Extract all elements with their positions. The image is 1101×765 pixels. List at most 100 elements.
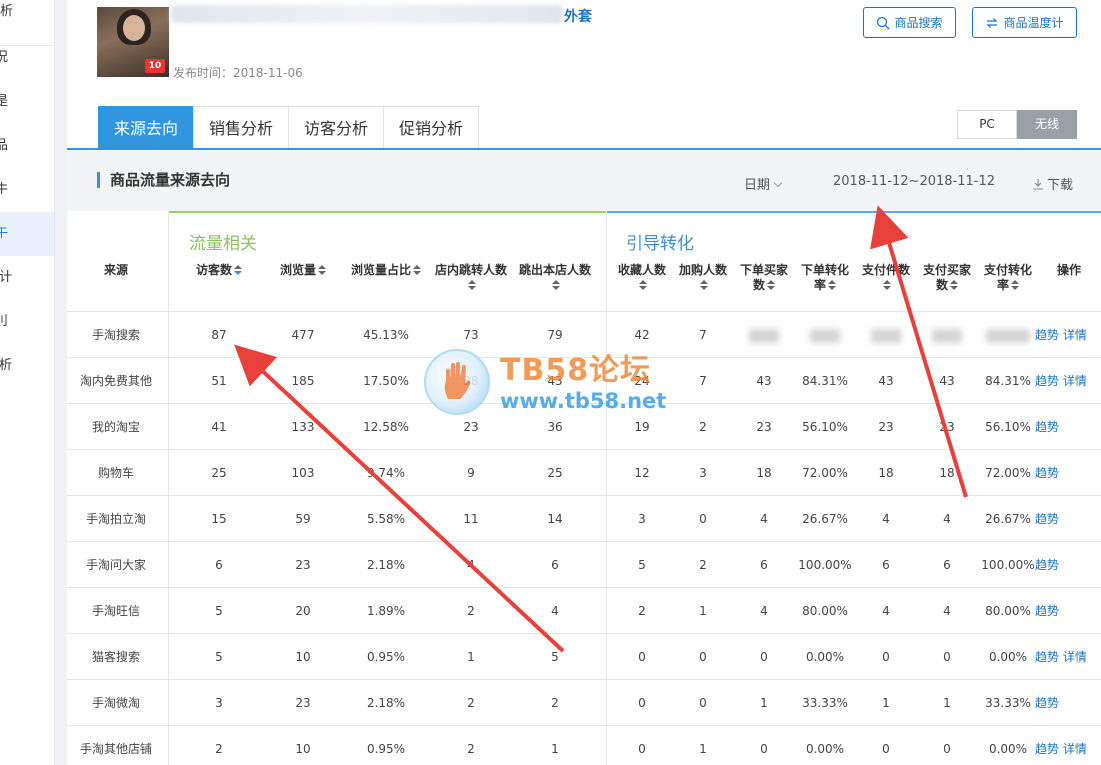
column-header-jump-in[interactable]: 店内跳转人数	[431, 263, 511, 293]
trend-link[interactable]: 趋势	[1035, 374, 1059, 388]
cell-pv: 20	[295, 604, 311, 618]
sidebar-item[interactable]: 析	[0, 0, 54, 34]
date-range[interactable]: 2018-11-12~2018-11-12	[833, 174, 995, 189]
detail-link[interactable]: 详情	[1063, 374, 1087, 388]
cell-pay-buyers: 18	[939, 466, 955, 480]
product-thermometer-button[interactable]: 商品温度计	[972, 7, 1077, 38]
tab-source[interactable]: 来源去向	[98, 106, 195, 149]
cell-pay-buyers: 4	[943, 512, 951, 526]
column-header-label: 下单转化	[800, 263, 849, 277]
cell-jump-out: 43	[547, 374, 563, 388]
download-button[interactable]: 下载	[1032, 174, 1073, 193]
column-header-label: 浏览量占比	[350, 263, 411, 277]
sidebar-item-label: 析	[0, 4, 14, 19]
column-header-label: 支付转化	[983, 263, 1032, 277]
sort-icon[interactable]	[883, 280, 891, 291]
sidebar-item[interactable]: 分析	[0, 344, 54, 388]
sort-icon[interactable]	[413, 265, 421, 276]
product-search-button[interactable]: 商品搜索	[863, 7, 956, 38]
cell-jump-in: 4	[467, 558, 475, 572]
sidebar-item-label: 况	[0, 36, 8, 80]
sort-icon[interactable]	[318, 265, 326, 276]
table-row: 手淘其他店铺 2 10 0.95% 2 1 0 1 0 0.00% 0 0 0.00% 趋势 详情	[67, 726, 1101, 765]
sort-icon[interactable]	[700, 280, 708, 291]
cell-pay-rate: 80.00%	[985, 604, 1031, 618]
tab-sales[interactable]: 销售分析	[193, 106, 290, 149]
sidebar-item[interactable]: 品	[0, 124, 54, 168]
trend-link[interactable]: 趋势	[1035, 466, 1059, 480]
cell-source: 手淘旺信	[91, 604, 140, 618]
date-dropdown[interactable]: 日期	[744, 174, 783, 193]
device-wireless-button[interactable]: 无线	[1017, 110, 1077, 139]
column-header-pay-items[interactable]: 支付件数	[858, 263, 914, 293]
sort-icon[interactable]	[828, 280, 836, 291]
column-header-label: 加购人数	[678, 263, 727, 277]
cell-visitors: 6	[215, 558, 223, 572]
cell-pay-items: 1	[882, 696, 890, 710]
sort-icon[interactable]	[1011, 280, 1019, 291]
sort-icon[interactable]	[950, 280, 958, 291]
column-header-order-buyers[interactable]: 下单买家数	[734, 263, 794, 293]
sidebar-item[interactable]: 牛	[0, 168, 54, 212]
cell-cart: 1	[699, 742, 707, 756]
column-header-order-rate[interactable]: 下单转化率	[795, 263, 855, 293]
cell-pay-items: 0	[882, 650, 890, 664]
sort-icon[interactable]	[767, 280, 775, 291]
column-header-label: 下单买家	[739, 263, 788, 277]
group-flow-title: 流量相关	[189, 234, 257, 254]
column-header-fav[interactable]: 收藏人数	[612, 263, 672, 293]
column-header-pay-buyers[interactable]: 支付买家数	[917, 263, 977, 293]
cell-order-buyers: 0	[760, 742, 768, 756]
tab-visitors[interactable]: 访客分析	[288, 106, 385, 149]
column-header-label: 收藏人数	[617, 263, 666, 277]
tab-promotion[interactable]: 促销分析	[383, 106, 480, 149]
cell-jump-in: 38	[463, 374, 479, 388]
table-row: 手淘问大家 6 23 2.18% 4 6 5 2 6 100.00% 6 6 100.00% 趋势	[67, 542, 1101, 588]
cell-pv: 59	[295, 512, 311, 526]
column-header-cart[interactable]: 加购人数	[675, 263, 731, 293]
column-header-jump-out[interactable]: 跳出本店人数	[513, 263, 597, 293]
cell-pay-items: 23	[878, 420, 894, 434]
cell-pay-buyers: 1	[943, 696, 951, 710]
tab-underline	[67, 148, 1101, 150]
trend-link[interactable]: 趋势	[1035, 604, 1059, 618]
trend-link[interactable]: 趋势	[1035, 328, 1059, 342]
cell-pay-items	[858, 312, 914, 358]
sidebar-item[interactable]: 况	[0, 36, 54, 80]
device-pc-button[interactable]: PC	[957, 110, 1017, 139]
detail-link[interactable]: 详情	[1063, 328, 1087, 342]
trend-link[interactable]: 趋势	[1035, 558, 1059, 572]
group-guide-title: 引导转化	[626, 234, 694, 254]
column-header-pv[interactable]: 浏览量	[268, 263, 338, 278]
cell-pv-ratio: 0.95%	[366, 742, 406, 756]
sort-icon[interactable]	[639, 280, 647, 291]
trend-link[interactable]: 趋势	[1035, 696, 1059, 710]
product-image[interactable]: 10	[97, 7, 169, 77]
trend-link[interactable]: 趋势	[1035, 512, 1059, 526]
column-header-pv-ratio[interactable]: 浏览量占比	[344, 263, 428, 278]
sort-icon[interactable]	[468, 280, 476, 291]
sidebar-item[interactable]: 统计	[0, 256, 54, 300]
sidebar-item[interactable]: 刂	[0, 300, 54, 344]
cell-pv-ratio: 45.13%	[363, 328, 409, 342]
column-header-source: 来源	[67, 263, 165, 278]
sidebar-item[interactable]: 是	[0, 80, 54, 124]
trend-link[interactable]: 趋势	[1035, 420, 1059, 434]
product-title-suffix[interactable]: 外套	[564, 6, 592, 26]
column-header-visitors[interactable]: 访客数	[184, 263, 254, 278]
detail-link[interactable]: 详情	[1063, 742, 1087, 756]
cell-pv: 103	[291, 466, 315, 480]
cell-visitors: 41	[211, 420, 227, 434]
cell-actions: 趋势 详情	[1035, 634, 1101, 680]
sort-icon[interactable]	[234, 265, 242, 276]
detail-link[interactable]: 详情	[1063, 650, 1087, 664]
sidebar-item[interactable]: 午	[0, 212, 54, 256]
trend-link[interactable]: 趋势	[1035, 742, 1059, 756]
table-row: 手淘搜索 87 477 45.13% 73 79 42 7 趋势 详情	[67, 312, 1101, 358]
cell-cart: 7	[699, 374, 707, 388]
column-header-label: 跳出本店人数	[518, 263, 591, 277]
column-header-pay-rate[interactable]: 支付转化率	[978, 263, 1038, 293]
trend-link[interactable]: 趋势	[1035, 650, 1059, 664]
sidebar-item-label: 品	[0, 124, 8, 168]
sort-icon[interactable]	[552, 280, 560, 291]
